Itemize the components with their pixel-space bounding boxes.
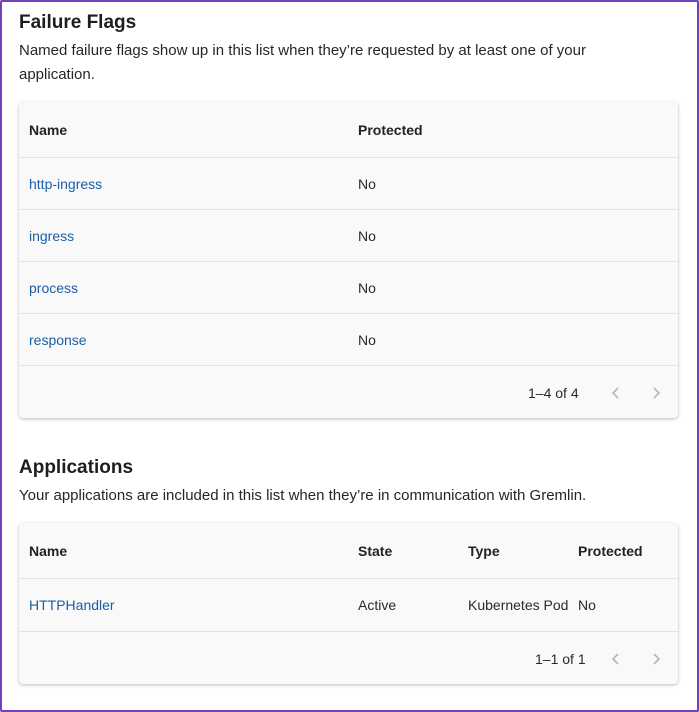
failure-flag-link[interactable]: process	[29, 280, 78, 296]
applications-title: Applications	[19, 457, 134, 478]
column-header-state[interactable]: State	[358, 543, 392, 559]
column-header-name[interactable]: Name	[29, 543, 67, 559]
type-value: Kubernetes Pod	[468, 597, 569, 613]
chevron-right-icon[interactable]	[648, 385, 664, 401]
applications-description: Your applications are included in this l…	[19, 487, 587, 504]
failure-flag-link[interactable]: response	[29, 332, 87, 348]
table-row: process No	[19, 262, 678, 314]
table-row: HTTPHandler Active Kubernetes Pod No	[19, 579, 678, 632]
applications-table: Name State Type Protected HTTPHandler Ac…	[19, 523, 678, 684]
protected-value: No	[358, 279, 376, 296]
failure-flags-description-line2: application.	[19, 66, 95, 83]
table-row: ingress No	[19, 210, 678, 262]
failure-flags-table: Name Protected http-ingress No ingress N…	[19, 102, 678, 418]
chevron-left-icon[interactable]	[608, 385, 624, 401]
failure-flags-description-line1: Named failure flags show up in this list…	[19, 42, 586, 59]
table-header-row: Name Protected	[19, 102, 678, 158]
pagination-range: 1–1 of 1	[535, 651, 586, 667]
table-pagination: 1–4 of 4	[19, 366, 678, 418]
page-frame: Failure Flags Named failure flags show u…	[0, 0, 699, 712]
chevron-right-icon[interactable]	[648, 651, 664, 667]
protected-value: No	[358, 175, 376, 192]
protected-value: No	[358, 331, 376, 348]
table-header-row: Name State Type Protected	[19, 523, 678, 579]
column-header-protected[interactable]: Protected	[358, 122, 423, 138]
application-link[interactable]: HTTPHandler	[29, 597, 115, 613]
column-header-type[interactable]: Type	[468, 543, 500, 559]
failure-flags-title: Failure Flags	[19, 12, 137, 33]
table-pagination: 1–1 of 1	[19, 632, 678, 684]
state-value: Active	[358, 597, 397, 613]
pagination-range: 1–4 of 4	[528, 385, 579, 401]
protected-value: No	[358, 227, 376, 244]
failure-flag-link[interactable]: http-ingress	[29, 176, 102, 192]
chevron-left-icon[interactable]	[608, 651, 624, 667]
column-header-protected[interactable]: Protected	[578, 543, 643, 559]
table-row: response No	[19, 314, 678, 366]
table-row: http-ingress No	[19, 158, 678, 210]
protected-value: No	[578, 597, 596, 613]
column-header-name[interactable]: Name	[29, 122, 67, 138]
failure-flags-description: Named failure flags show up in this list…	[19, 39, 586, 87]
failure-flag-link[interactable]: ingress	[29, 228, 74, 244]
